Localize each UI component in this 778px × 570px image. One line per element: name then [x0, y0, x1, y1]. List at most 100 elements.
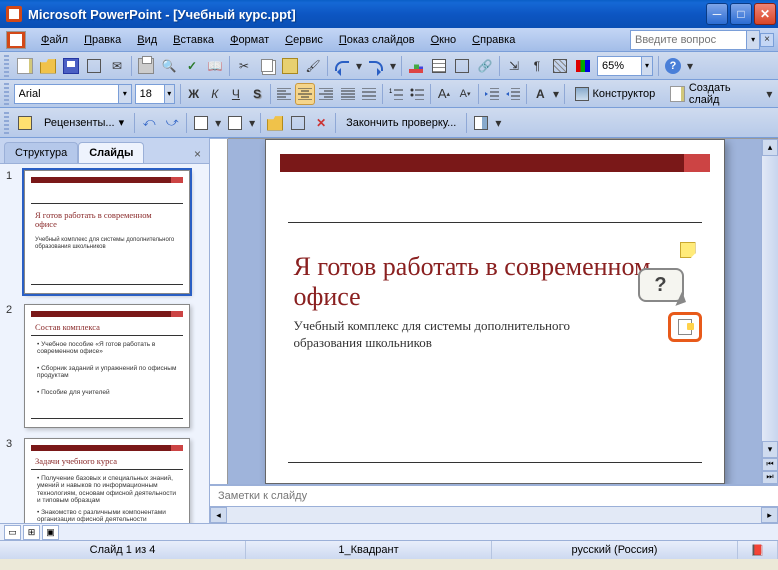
next-slide-button[interactable]: ⏭ [762, 471, 778, 484]
zoom-control[interactable]: ▾ [597, 56, 653, 76]
thumbnail-item[interactable]: 2 Состав комплекса Учебное пособие «Я го… [6, 304, 203, 428]
status-spell-icon[interactable]: 📕 [738, 541, 778, 559]
design-button[interactable]: Конструктор [568, 83, 663, 105]
new-button[interactable] [14, 55, 36, 77]
paste-button[interactable] [279, 55, 301, 77]
spellcheck-button[interactable]: ✓ [181, 55, 203, 77]
dropdown-arrow-icon[interactable]: ▾ [746, 31, 759, 49]
highlighted-object[interactable] [668, 312, 702, 342]
font-name-input[interactable] [15, 88, 119, 100]
tab-slides[interactable]: Слайды [78, 142, 144, 163]
previous-slide-button[interactable]: ⏮ [762, 458, 778, 471]
copy-button[interactable] [256, 55, 278, 77]
tab-outline[interactable]: Структура [4, 142, 78, 163]
revisions-pane-button[interactable] [470, 112, 492, 134]
slideshow-view-button[interactable]: ▣ [42, 525, 59, 540]
show-grid-button[interactable] [549, 55, 571, 77]
minimize-button[interactable]: ─ [706, 3, 728, 25]
show-markup-button[interactable] [14, 112, 36, 134]
align-right-button[interactable] [316, 83, 336, 105]
zoom-dropdown-icon[interactable]: ▾ [641, 57, 652, 75]
decrease-indent-button[interactable] [482, 83, 502, 105]
comment-marker-icon[interactable] [680, 242, 696, 258]
thumbnail-item[interactable]: 1 Я готов работать в современном офисе У… [6, 170, 203, 294]
menu-edit[interactable]: Правка [77, 32, 128, 48]
redo-dropdown[interactable]: ▾ [388, 55, 398, 77]
status-language[interactable]: русский (Россия) [492, 541, 738, 559]
slide-canvas[interactable]: Я готов работать в современном офисе Уче… [228, 139, 761, 484]
close-button[interactable]: ✕ [754, 3, 776, 25]
research-button[interactable]: 📖 [204, 55, 226, 77]
numbering-button[interactable]: 1 [386, 83, 406, 105]
menu-format[interactable]: Формат [223, 32, 276, 48]
thumbnail-list[interactable]: 1 Я готов работать в современном офисе У… [0, 164, 209, 523]
apply-dropdown[interactable]: ▾ [213, 112, 223, 134]
maximize-button[interactable]: □ [730, 3, 752, 25]
distributed-button[interactable] [359, 83, 379, 105]
help-button[interactable]: ? [662, 55, 684, 77]
align-center-button[interactable] [295, 83, 315, 105]
font-color-dropdown[interactable]: ▾ [551, 83, 560, 105]
show-formatting-button[interactable]: ¶ [526, 55, 548, 77]
undo-button[interactable] [331, 55, 353, 77]
zoom-input[interactable] [598, 60, 641, 72]
print-preview-button[interactable]: 🔍 [158, 55, 180, 77]
help-search[interactable]: ▾ [630, 30, 760, 50]
scroll-right-button[interactable]: ▸ [761, 507, 778, 523]
thumbnail-item[interactable]: 3 Задачи учебного курса Получение базовы… [6, 438, 203, 523]
dropdown-arrow-icon[interactable]: ▾ [164, 85, 174, 103]
callout-shape[interactable]: ? [638, 268, 684, 302]
thumbnail[interactable]: Задачи учебного курса Получение базовых … [24, 438, 190, 523]
normal-view-button[interactable]: ▭ [4, 525, 21, 540]
scroll-left-button[interactable]: ◂ [210, 507, 227, 523]
vertical-ruler[interactable] [210, 139, 228, 484]
delete-comment-button[interactable]: ✕ [310, 112, 332, 134]
horizontal-scrollbar[interactable]: ◂ ▸ [210, 506, 778, 523]
email-button[interactable]: ✉ [106, 55, 128, 77]
bold-button[interactable]: Ж [184, 83, 204, 105]
menu-window[interactable]: Окно [424, 32, 464, 48]
slide[interactable]: Я готов работать в современном офисе Уче… [265, 139, 725, 484]
unapply-dropdown[interactable]: ▾ [247, 112, 257, 134]
menu-insert[interactable]: Вставка [166, 32, 221, 48]
tables-borders-button[interactable] [451, 55, 473, 77]
expand-all-button[interactable]: ⇲ [503, 55, 525, 77]
justify-button[interactable] [337, 83, 357, 105]
panel-close-button[interactable]: × [190, 145, 205, 163]
insert-hyperlink-button[interactable]: 🔗 [474, 55, 496, 77]
vertical-scrollbar[interactable]: ▴ ▾ ⏮ ⏭ [761, 139, 778, 484]
notes-pane[interactable]: Заметки к слайду [210, 484, 778, 506]
toolbar-grip[interactable] [4, 55, 9, 77]
decrease-font-button[interactable]: A▾ [455, 83, 475, 105]
format-painter-button[interactable]: 🖌 [302, 55, 324, 77]
reviewers-button[interactable]: Рецензенты... ▾ [37, 112, 131, 134]
underline-button[interactable]: Ч [226, 83, 246, 105]
menu-help[interactable]: Справка [465, 32, 522, 48]
new-slide-button[interactable]: Создать слайд [663, 83, 764, 105]
print-button[interactable] [135, 55, 157, 77]
menu-tools[interactable]: Сервис [278, 32, 330, 48]
next-comment-button[interactable]: ⤻ [161, 112, 183, 134]
help-search-input[interactable] [631, 34, 746, 46]
font-color-button[interactable]: A [530, 83, 550, 105]
toolbar-options[interactable]: ▾ [493, 112, 503, 134]
save-button[interactable] [60, 55, 82, 77]
bullets-button[interactable] [407, 83, 427, 105]
scroll-down-button[interactable]: ▾ [762, 441, 778, 458]
toolbar-options[interactable]: ▾ [685, 55, 695, 77]
scroll-up-button[interactable]: ▴ [762, 139, 778, 156]
slide-subtitle[interactable]: Учебный комплекс для системы дополнитель… [294, 318, 624, 352]
font-size-input[interactable] [136, 88, 164, 100]
font-name[interactable]: ▾ [14, 84, 132, 104]
menu-slideshow[interactable]: Показ слайдов [332, 32, 422, 48]
toolbar-options[interactable]: ▾ [765, 83, 774, 105]
shadow-button[interactable]: S [247, 83, 267, 105]
menu-view[interactable]: Вид [130, 32, 164, 48]
insert-comment-button[interactable] [264, 112, 286, 134]
doc-close-button[interactable]: × [760, 33, 774, 47]
toolbar-grip[interactable] [4, 83, 9, 105]
apply-button[interactable] [190, 112, 212, 134]
cut-button[interactable]: ✂ [233, 55, 255, 77]
color-button[interactable] [572, 55, 594, 77]
menu-file[interactable]: Файл [34, 32, 75, 48]
